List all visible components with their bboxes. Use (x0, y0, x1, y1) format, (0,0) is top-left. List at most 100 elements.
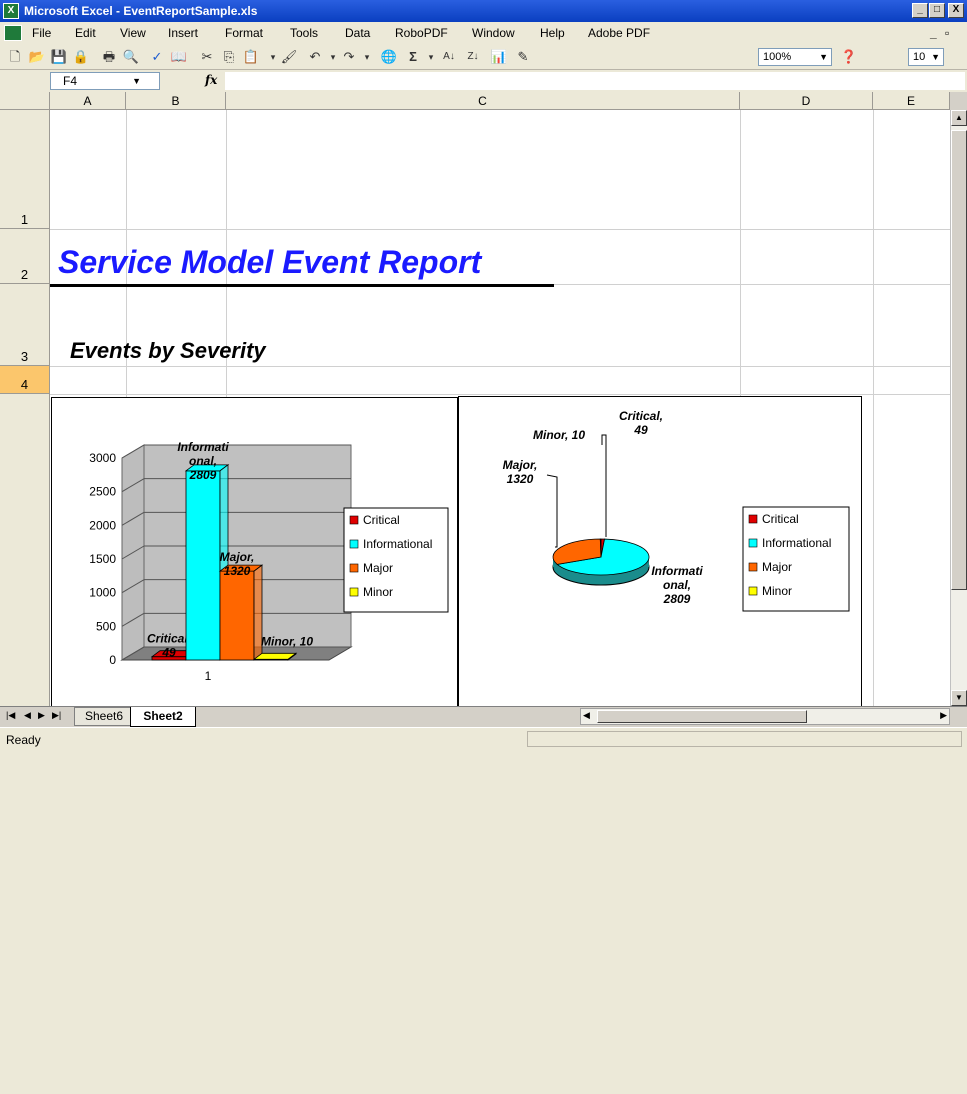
menu-tools[interactable]: Tools (290, 26, 318, 40)
zoom-value: 100% (763, 51, 792, 63)
column-header-a[interactable]: A (50, 92, 126, 110)
row-header-2[interactable]: 2 (0, 229, 50, 284)
tab-sheet6[interactable]: Sheet6 (74, 707, 134, 726)
y-tick-label: 1000 (89, 586, 116, 600)
redo-icon[interactable]: ↷ (340, 48, 358, 66)
severity-pie-chart[interactable]: Critical, 49 Minor, 10 Major, 1320 Informati o… (458, 396, 862, 707)
copy-icon[interactable]: ⎘ (220, 48, 238, 66)
chart-section-title: Events by Severity (70, 338, 266, 363)
menu-data[interactable]: Data (345, 26, 370, 40)
zoom-select[interactable]: 100% ▼ (758, 48, 832, 66)
title-underline (50, 284, 554, 287)
save-icon[interactable]: 💾 (50, 48, 68, 66)
y-tick-label: 3000 (89, 451, 116, 465)
legend-label-critical: Critical (363, 513, 400, 527)
row-header-8[interactable]: 8 (0, 394, 50, 707)
spelling-icon[interactable]: ✓ (148, 48, 166, 66)
worksheet-grid[interactable]: A B C D E 1 2 3 4 8 9 10 11 Service Mode… (0, 92, 950, 707)
row-header-1[interactable]: 1 (0, 110, 50, 229)
workbook-icon[interactable] (4, 25, 22, 41)
prev-sheet-icon[interactable]: ◀ (24, 710, 31, 721)
window-title: Microsoft Excel - EventReportSample.xls (24, 4, 258, 18)
chart-wizard-icon[interactable]: 📊 (490, 48, 508, 66)
severity-bar-chart[interactable]: 3000 2500 2000 1500 1000 500 0 Critical, 49 Infor… (51, 397, 458, 707)
y-tick-label: 2000 (89, 518, 116, 532)
last-sheet-icon[interactable]: ▶| (52, 710, 61, 721)
close-button[interactable]: X (948, 3, 964, 18)
horizontal-scrollbar[interactable]: ◀ ▶ (580, 708, 950, 725)
insert-function-icon[interactable]: fx (205, 73, 217, 87)
scroll-down-icon[interactable]: ▼ (951, 690, 967, 706)
scroll-thumb[interactable] (951, 130, 967, 590)
horizontal-scroll-thumb[interactable] (597, 710, 807, 723)
menu-format[interactable]: Format (225, 26, 263, 40)
research-icon[interactable]: 📖 (170, 48, 188, 66)
redo-dropdown-icon[interactable]: ▾ (358, 48, 376, 66)
first-sheet-icon[interactable]: |◀ (6, 710, 15, 721)
tab-sheet2[interactable]: Sheet2 (130, 707, 196, 727)
bar-informational (185, 470, 221, 661)
sort-descending-icon[interactable]: Z↓ (464, 48, 482, 66)
sort-ascending-icon[interactable]: A↓ (440, 48, 458, 66)
row-header-3[interactable]: 3 (0, 284, 50, 366)
scroll-up-icon[interactable]: ▲ (951, 110, 967, 126)
workbook-restore-icon[interactable]: ▫ (945, 26, 949, 40)
name-box[interactable]: F4 ▼ (50, 72, 160, 90)
maximize-button[interactable]: □ (929, 3, 945, 18)
next-sheet-icon[interactable]: ▶ (38, 710, 45, 721)
new-icon[interactable]: 🗋 (6, 48, 24, 66)
name-box-dropdown-icon[interactable]: ▼ (132, 73, 141, 89)
print-preview-icon[interactable]: 🔍 (122, 48, 140, 66)
menu-bar: File Edit View Insert Format Tools Data … (0, 22, 967, 44)
scroll-right-icon[interactable]: ▶ (940, 710, 947, 721)
bar-major (219, 570, 255, 661)
legend-swatch-minor (748, 586, 758, 596)
menu-insert[interactable]: Insert (168, 26, 198, 40)
scroll-left-icon[interactable]: ◀ (583, 710, 590, 721)
y-tick-label: 1500 (89, 552, 116, 566)
font-size-dropdown-icon[interactable]: ▼ (931, 49, 940, 65)
help-icon[interactable]: ❓ (840, 48, 858, 66)
open-icon[interactable]: 📂 (28, 48, 46, 66)
row-header-4[interactable]: 4 (0, 366, 50, 394)
legend-label-critical: Critical (762, 512, 799, 526)
excel-app-icon[interactable]: X (3, 3, 19, 19)
menu-file[interactable]: File (32, 26, 51, 40)
vertical-scrollbar[interactable]: ▲ ▼ (950, 110, 967, 707)
menu-adobe-pdf[interactable]: Adobe PDF (588, 26, 650, 40)
autosum-icon[interactable]: Σ (404, 48, 422, 66)
menu-help[interactable]: Help (540, 26, 565, 40)
status-panels (527, 731, 962, 747)
column-header-d[interactable]: D (740, 92, 873, 110)
bar-chart-svg: 300025002000150010005000Critical, 49Infor… (89, 440, 449, 683)
paste-icon[interactable]: 📋 (242, 48, 260, 66)
menu-window[interactable]: Window (472, 26, 515, 40)
zoom-dropdown-icon[interactable]: ▼ (819, 49, 828, 65)
column-header-c[interactable]: C (226, 92, 740, 110)
permission-icon[interactable]: 🔒 (72, 48, 90, 66)
print-icon[interactable]: 🖶 (100, 48, 118, 66)
font-size-select[interactable]: 10 ▼ (908, 48, 944, 66)
select-all-corner[interactable] (0, 92, 50, 110)
leader-line (601, 434, 607, 537)
menu-edit[interactable]: Edit (75, 26, 96, 40)
menu-view[interactable]: View (120, 26, 146, 40)
autosum-dropdown-icon[interactable]: ▾ (422, 48, 440, 66)
format-painter-icon[interactable]: 🖌 (280, 48, 298, 66)
column-header-e[interactable]: E (873, 92, 950, 110)
legend-label-informational: Informational (762, 536, 831, 550)
hyperlink-icon[interactable]: 🌐 (380, 48, 398, 66)
legend-swatch-informational (349, 539, 359, 549)
y-tick-label: 2500 (89, 485, 116, 499)
menu-robopdf[interactable]: RoboPDF (395, 26, 448, 40)
undo-icon[interactable]: ↶ (306, 48, 324, 66)
pie-label-major: Major, 1320 (503, 458, 538, 486)
workbook-minimize-icon[interactable]: _ (930, 26, 937, 40)
legend-label-major: Major (363, 561, 393, 575)
legend-swatch-major (349, 563, 359, 573)
formula-input[interactable] (225, 72, 965, 90)
cut-icon[interactable]: ✂ (198, 48, 216, 66)
column-header-b[interactable]: B (126, 92, 226, 110)
minimize-button[interactable]: _ (912, 3, 928, 18)
drawing-icon[interactable]: ✎ (514, 48, 532, 66)
